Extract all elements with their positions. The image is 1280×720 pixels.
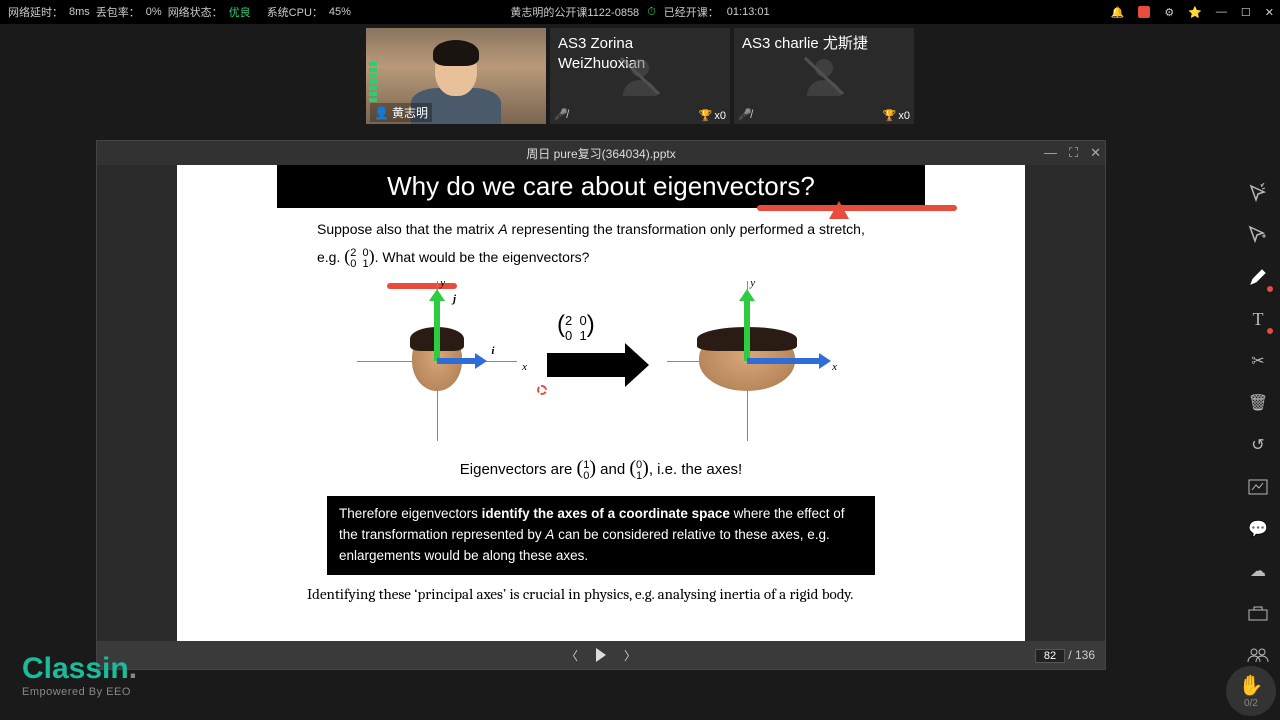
board-tool[interactable] (1245, 474, 1271, 500)
elapsed-label: 已经开课： (664, 4, 719, 20)
slide-callout-box: Therefore eigenvectors identify the axes… (327, 496, 875, 576)
student-video-2[interactable]: AS3 charlie 尤斯捷 🎤̸ 🏆x0 (734, 28, 914, 124)
bell-icon[interactable]: 🔔 (1111, 6, 1125, 19)
clock-icon: ⏱ (647, 6, 656, 19)
roster-tool[interactable] (1245, 642, 1271, 668)
vector-j-right (744, 299, 750, 361)
latency-label: 网络延时： (8, 4, 63, 20)
transform-arrow (547, 353, 627, 377)
laser-pointer (537, 385, 547, 395)
close-button[interactable]: ✕ (1265, 6, 1274, 19)
trophy-badge-2: 🏆x0 (883, 109, 910, 122)
brand-logo: Classin. Empowered By EEO (22, 652, 137, 698)
undo-tool[interactable]: ↺ (1245, 432, 1271, 458)
slide-heading: Why do we care about eigenvectors? (277, 165, 925, 208)
text-tool[interactable]: T (1245, 306, 1271, 332)
mic-muted-icon: 🎤̸ (738, 108, 752, 121)
user-icon: 👤 (374, 106, 389, 120)
trophy-badge-1: 🏆x0 (699, 109, 726, 122)
net-status: 优良 (229, 4, 251, 20)
doc-minimize-button[interactable]: — (1044, 145, 1057, 161)
axis-x-label: x (832, 361, 837, 373)
hand-icon: ✋ (1239, 673, 1264, 698)
axis-y-label: y (440, 277, 445, 289)
annotation-underline-1 (757, 205, 957, 211)
vector-j-left (434, 299, 440, 361)
click-tool[interactable] (1245, 180, 1271, 206)
loss-label: 丢包率： (96, 4, 140, 20)
next-slide-button[interactable]: 〉 (624, 647, 636, 664)
axes-right: x y (667, 281, 827, 441)
cpu-label: 系统CPU： (267, 4, 323, 20)
page-input[interactable] (1035, 649, 1065, 663)
doc-close-button[interactable]: ✕ (1090, 145, 1101, 161)
slide-pager: 〈 〉 / 136 (97, 641, 1105, 669)
eigenvector-line: Eigenvectors are (10) and (01), i.e. the… (177, 457, 1025, 482)
doc-maximize-button[interactable]: ⛶ (1069, 145, 1078, 161)
vector-i-right (747, 358, 821, 364)
page-total: 136 (1075, 648, 1095, 662)
hand-count: 0/2 (1244, 698, 1258, 709)
loss-value: 0% (146, 6, 162, 18)
top-status-bar: 网络延时： 8ms 丢包率： 0% 网络状态： 优良 系统CPU： 45% 黄志… (0, 0, 1280, 24)
record-icon[interactable] (1138, 6, 1150, 18)
student-video-1[interactable]: AS3 Zorina WeiZhuoxian 🎤̸ 🏆x0 (550, 28, 730, 124)
move-tool[interactable] (1245, 222, 1271, 248)
delete-tool[interactable]: 🗑 (1245, 390, 1271, 416)
slide-diagram: x y j i (2 00 1) x y (177, 281, 1025, 451)
vector-i-left (437, 358, 477, 364)
cpu-value: 45% (329, 6, 351, 18)
pin-icon[interactable]: ⭐ (1188, 6, 1202, 19)
trophy-icon: 🏆 (883, 109, 897, 122)
teacher-video[interactable]: 👤黄志明 (366, 28, 546, 124)
pen-tool[interactable] (1245, 264, 1271, 290)
page-sep: / (1068, 648, 1075, 662)
video-row: 👤黄志明 AS3 Zorina WeiZhuoxian 🎤̸ 🏆x0 AS3 c… (0, 24, 1280, 128)
scissors-tool[interactable]: ✂ (1245, 348, 1271, 374)
axis-x-label: x (522, 361, 527, 373)
annotation-arrow-up (829, 201, 849, 219)
slide-content: Why do we care about eigenvectors? Suppo… (177, 165, 1025, 641)
axis-y-label: y (750, 277, 755, 289)
maximize-button[interactable]: ☐ (1241, 6, 1251, 19)
trophy-icon: 🏆 (699, 109, 713, 122)
axes-left: x y j i (357, 281, 517, 441)
cloud-tool[interactable]: ☁ (1245, 558, 1271, 584)
slide-paragraph: Suppose also that the matrix A represent… (177, 208, 1025, 271)
class-title: 黄志明的公开课1122-0858 (510, 4, 639, 20)
prev-slide-button[interactable]: 〈 (566, 647, 578, 664)
unit-j-label: j (453, 293, 456, 305)
right-toolbar: T ✂ 🗑 ↺ 💬 ☁ (1236, 180, 1280, 668)
unit-i-label: i (491, 345, 494, 357)
document-title: 周日 pure复习(364034).pptx (526, 145, 675, 162)
matrix-display: (2 00 1) (557, 311, 595, 343)
slide-footer-text: Identifying these ‘principal axes’ is cr… (177, 575, 1025, 603)
camera-off-icon (799, 54, 849, 98)
toolbox-tool[interactable] (1245, 600, 1271, 626)
document-titlebar: 周日 pure复习(364034).pptx — ⛶ ✕ (97, 141, 1105, 165)
latency-value: 8ms (69, 6, 90, 18)
play-slide-button[interactable] (596, 648, 606, 662)
gear-icon[interactable]: ⚙ (1164, 6, 1174, 19)
mic-muted-icon: 🎤̸ (554, 108, 568, 121)
camera-off-icon (615, 54, 665, 98)
chat-tool[interactable]: 💬 (1245, 516, 1271, 542)
elapsed-value: 01:13:01 (727, 6, 770, 18)
document-window: 周日 pure复习(364034).pptx — ⛶ ✕ Why do we c… (96, 140, 1106, 670)
net-label: 网络状态： (168, 4, 223, 20)
minimize-button[interactable]: — (1216, 6, 1227, 18)
teacher-name: 黄志明 (392, 104, 428, 121)
volume-meter (369, 36, 377, 102)
raise-hand-button[interactable]: ✋ 0/2 (1226, 666, 1276, 716)
